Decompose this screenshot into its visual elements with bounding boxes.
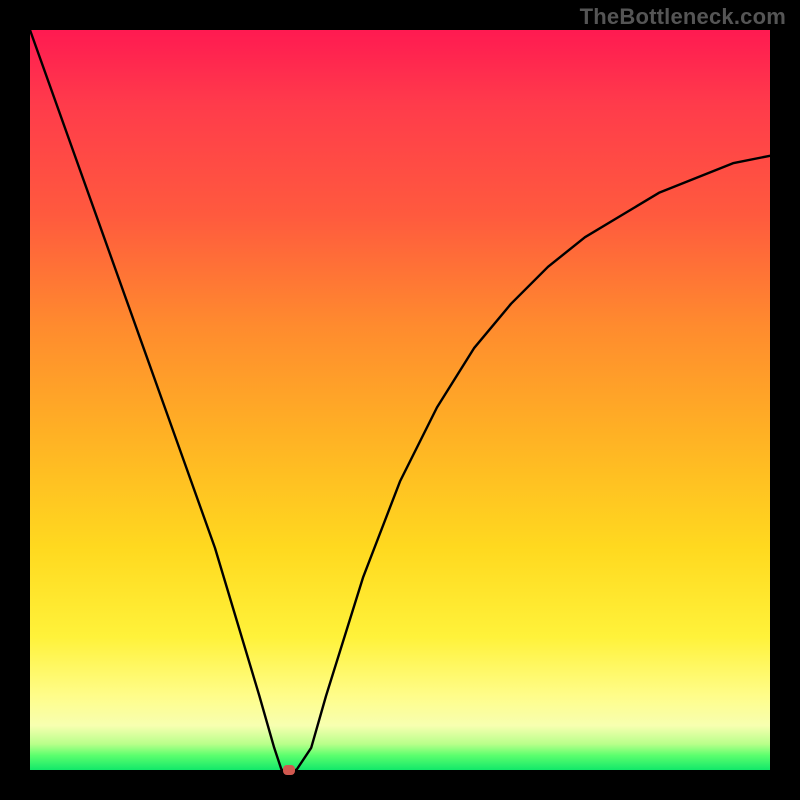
plot-area [30, 30, 770, 770]
chart-frame: TheBottleneck.com [0, 0, 800, 800]
watermark-text: TheBottleneck.com [580, 4, 786, 30]
curve-path [30, 30, 770, 770]
min-marker [283, 765, 295, 775]
curve-svg [30, 30, 770, 770]
